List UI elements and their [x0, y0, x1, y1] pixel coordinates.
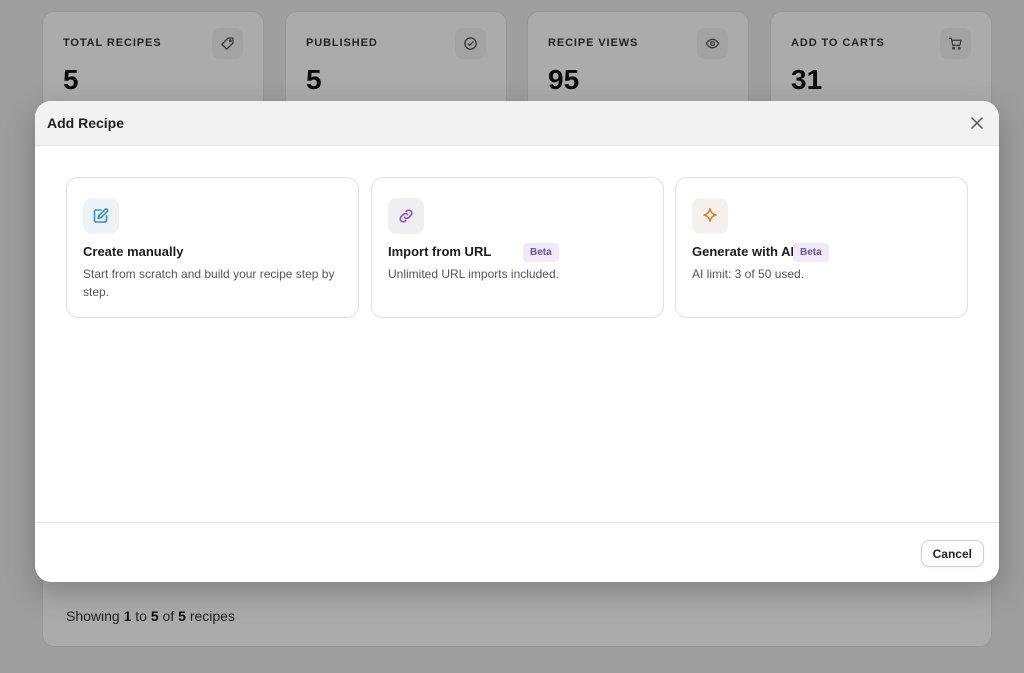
beta-badge: Beta	[523, 243, 559, 262]
import-from-url-option[interactable]: Import from URL Beta Unlimited URL impor…	[371, 177, 664, 318]
generate-with-ai-option[interactable]: Generate with AI Beta AI limit: 3 of 50 …	[675, 177, 968, 318]
beta-badge: Beta	[793, 243, 829, 262]
edit-icon	[83, 198, 119, 234]
option-title: Import from URL	[388, 244, 492, 259]
sparkle-icon	[692, 198, 728, 234]
link-icon	[388, 198, 424, 234]
modal-header: Add Recipe	[35, 101, 999, 146]
option-description: AI limit: 3 of 50 used.	[692, 267, 805, 281]
create-manually-option[interactable]: Create manually Start from scratch and b…	[66, 177, 359, 318]
option-title: Create manually	[83, 244, 184, 259]
close-icon	[971, 117, 983, 129]
add-recipe-modal: Add Recipe Create manually Start from sc…	[35, 101, 999, 582]
option-description: Unlimited URL imports included.	[388, 267, 559, 281]
option-description: Start from scratch and build your recipe…	[83, 267, 335, 299]
option-title: Generate with AI	[692, 244, 795, 259]
modal-title: Add Recipe	[47, 115, 125, 131]
modal-footer: Cancel	[35, 522, 999, 582]
close-button[interactable]	[967, 113, 987, 133]
recipe-source-options: Create manually Start from scratch and b…	[66, 177, 968, 318]
cancel-button[interactable]: Cancel	[920, 540, 984, 567]
